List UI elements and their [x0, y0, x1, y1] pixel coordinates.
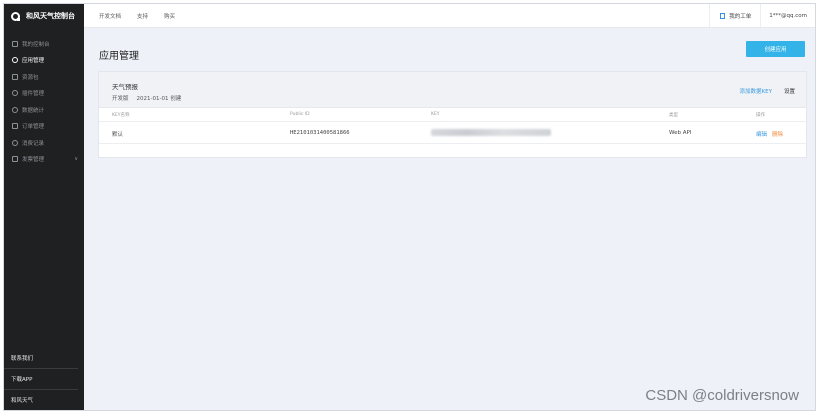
sidebar-item-plugins[interactable]: 插件管理: [4, 88, 84, 99]
sidebar: 和风天气控制台 我的控制台 应用管理 资源包 插件管理 数据统计 订单管理 消费…: [4, 4, 84, 410]
contact-us-link[interactable]: 联系我们: [4, 347, 78, 368]
gear-icon: [12, 57, 18, 63]
col-actions: 操作: [756, 113, 765, 118]
sidebar-nav: 我的控制台 应用管理 资源包 插件管理 数据统计 订单管理 消费记录 发票管理 ∨: [4, 38, 84, 165]
app-card: 天气预报 开发版 2021-01-01 创建 添加数据KEY 设置 KEY名称 P…: [98, 71, 807, 158]
qweather-home-link[interactable]: 和风天气: [4, 389, 78, 410]
col-key: KEY: [431, 112, 440, 117]
sidebar-item-stats[interactable]: 数据统计: [4, 104, 84, 115]
brand-title: 和风天气控制台: [26, 12, 75, 20]
app-card-header: 天气预报 开发版 2021-01-01 创建 添加数据KEY 设置: [99, 72, 806, 108]
app-window: 和风天气控制台 我的控制台 应用管理 资源包 插件管理 数据统计 订单管理 消费…: [3, 3, 816, 411]
key-value-redacted: [431, 129, 551, 136]
sidebar-item-label: 应用管理: [22, 58, 45, 64]
sidebar-item-console[interactable]: 我的控制台: [4, 38, 84, 49]
header: 开发文档 支持 购买 我的工单 1***@qq.com: [84, 4, 815, 28]
app-plan: 开发版: [112, 96, 129, 102]
order-icon: [12, 123, 18, 129]
col-type: 类型: [669, 113, 678, 118]
edit-key-button[interactable]: 编辑: [756, 132, 767, 138]
plugin-icon: [12, 90, 18, 96]
chevron-down-icon: ∨: [74, 156, 78, 162]
top-nav: 开发文档 支持 购买: [84, 12, 191, 20]
sidebar-item-label: 资源包: [22, 74, 39, 81]
add-key-link[interactable]: 添加数据KEY: [740, 87, 772, 95]
watermark: CSDN @coldriversnow: [645, 387, 799, 404]
monitor-icon: [12, 40, 18, 47]
stats-icon: [12, 106, 18, 113]
sidebar-item-label: 消费记录: [22, 140, 45, 147]
qweather-logo-icon: [11, 11, 20, 21]
type-cell: Web API: [669, 130, 692, 136]
app-meta: 开发版 2021-01-01 创建: [112, 94, 181, 102]
public-id-cell: HE2101031400581866: [290, 130, 350, 136]
table-header: KEY名称 Public ID KEY 类型 操作: [99, 108, 806, 122]
package-icon: [12, 73, 18, 80]
account-menu[interactable]: 1***@qq.com: [761, 13, 815, 19]
nav-support-link[interactable]: 支持: [137, 12, 148, 20]
col-key-name: KEY名称: [112, 113, 130, 118]
nav-docs-link[interactable]: 开发文档: [99, 12, 121, 20]
sidebar-item-label: 发票管理: [22, 157, 45, 163]
header-right: 我的工单 1***@qq.com: [709, 4, 815, 27]
sidebar-bottom: 联系我们 下载APP 和风天气: [4, 347, 84, 410]
app-name: 天气预报: [112, 83, 138, 91]
sidebar-item-packages[interactable]: 资源包: [4, 71, 84, 82]
sidebar-item-label: 我的控制台: [22, 41, 50, 48]
sidebar-item-records[interactable]: 消费记录: [4, 137, 84, 148]
key-name-cell: 默认: [112, 132, 124, 138]
col-public-id: Public ID: [290, 112, 310, 117]
create-app-button[interactable]: 创建应用: [746, 41, 805, 57]
sidebar-item-label: 数据统计: [22, 107, 45, 114]
sidebar-item-label: 订单管理: [22, 124, 45, 130]
ticket-icon: [720, 12, 726, 19]
my-tickets-label: 我的工单: [729, 13, 752, 20]
download-app-link[interactable]: 下载APP: [4, 368, 78, 389]
app-created-date: 2021-01-01 创建: [136, 96, 182, 102]
page-title: 应用管理: [99, 51, 139, 62]
nav-buy-link[interactable]: 购买: [164, 12, 175, 20]
delete-key-button[interactable]: 删除: [772, 132, 783, 138]
brand[interactable]: 和风天气控制台: [4, 4, 84, 28]
sidebar-item-orders[interactable]: 订单管理: [4, 121, 84, 132]
sidebar-item-label: 插件管理: [22, 91, 45, 97]
table-row: 默认 HE2101031400581866 Web API 编辑 删除: [99, 122, 806, 144]
actions-cell: 编辑 删除: [756, 130, 783, 138]
my-tickets-button[interactable]: 我的工单: [709, 4, 762, 27]
record-icon: [12, 139, 18, 146]
sidebar-item-apps[interactable]: 应用管理: [4, 55, 84, 66]
sidebar-item-invoices[interactable]: 发票管理 ∨: [4, 154, 84, 165]
invoice-icon: [12, 156, 18, 162]
app-settings-link[interactable]: 设置: [784, 87, 795, 95]
main-content: 应用管理 创建应用 天气预报 开发版 2021-01-01 创建 添加数据KEY …: [84, 28, 815, 410]
